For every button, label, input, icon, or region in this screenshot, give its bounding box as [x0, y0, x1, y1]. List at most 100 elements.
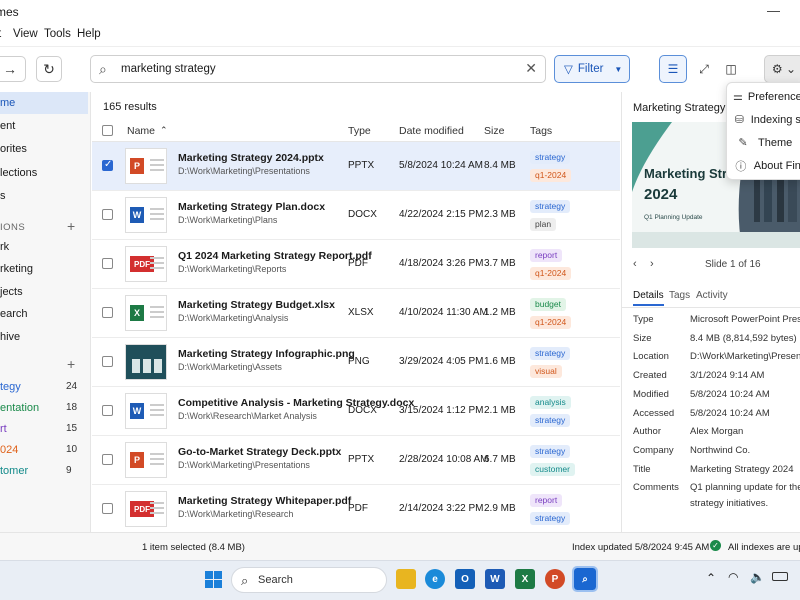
table-row[interactable]: P Marketing Strategy 2024.pptx D:\Work\M…	[92, 142, 620, 191]
table-row[interactable]: PDF Marketing Strategy Whitepaper.pdf D:…	[92, 485, 620, 534]
forward-button[interactable]: →	[0, 56, 26, 82]
next-slide-icon[interactable]: ›	[650, 258, 654, 270]
row-checkbox[interactable]	[102, 159, 113, 171]
tag-badge[interactable]: plan	[530, 218, 557, 231]
outlook-icon[interactable]: O	[455, 569, 475, 589]
sidebar-tag-item[interactable]: tomer 9	[0, 460, 88, 482]
file-name[interactable]: Marketing Strategy Whitepaper.pdf	[178, 495, 351, 507]
excel-icon[interactable]: X	[515, 569, 535, 589]
refresh-button[interactable]: ↻	[36, 56, 62, 82]
layout-view-button[interactable]: ◫	[717, 55, 745, 83]
menu-item-preferences[interactable]: ⚌Preferences	[727, 85, 800, 108]
tag-badge[interactable]: strategy	[530, 347, 571, 360]
tag-badge[interactable]: customer	[530, 463, 575, 476]
table-row[interactable]: PDF Q1 2024 Marketing Strategy Report.pd…	[92, 240, 620, 289]
tag-badge[interactable]: strategy	[530, 151, 571, 164]
taskbar-search[interactable]: ⌕ Search	[231, 567, 387, 593]
filter-button[interactable]: ▽ Filter ▼	[554, 55, 630, 83]
expand-view-button[interactable]: ⤢	[690, 55, 718, 83]
sidebar-item-tags[interactable]: s	[0, 185, 88, 207]
column-date[interactable]: Date modified	[399, 125, 464, 137]
search-input[interactable]: marketing strategy	[121, 63, 216, 75]
find-app-icon[interactable]: ⌕	[572, 566, 598, 592]
table-row[interactable]: P Go-to-Market Strategy Deck.pptx D:\Wor…	[92, 436, 620, 485]
tag-badge[interactable]: strategy	[530, 200, 571, 213]
results-scrollbar[interactable]	[612, 142, 618, 530]
file-name[interactable]: Marketing Strategy Budget.xlsx	[178, 299, 335, 311]
tag-badge[interactable]: strategy	[530, 445, 571, 458]
windows-start-icon[interactable]	[205, 571, 222, 588]
clear-search-icon[interactable]: ✕	[525, 60, 537, 77]
row-checkbox[interactable]	[102, 405, 113, 416]
sidebar-item-favorites[interactable]: orites	[0, 138, 88, 160]
sidebar-item-archive[interactable]: hive	[0, 326, 88, 348]
add-location-icon[interactable]: +	[67, 218, 75, 234]
sidebar-item-home[interactable]: me	[0, 92, 88, 114]
tag-badge[interactable]: report	[530, 494, 563, 507]
tag-badge[interactable]: analysis	[530, 396, 571, 409]
table-row[interactable]: X Marketing Strategy Budget.xlsx D:\Work…	[92, 289, 620, 338]
add-tag-icon[interactable]: +	[67, 356, 75, 372]
sidebar-tag-item[interactable]: 024 10	[0, 439, 88, 461]
file-name[interactable]: Marketing Strategy 2024.pptx	[178, 152, 324, 164]
menu-tools[interactable]: Tools	[44, 28, 71, 40]
tag-badge[interactable]: q1-2024	[530, 316, 572, 329]
search-box[interactable]: ⌕ marketing strategy ✕	[90, 55, 546, 83]
word-icon[interactable]: W	[485, 569, 505, 589]
tab-details[interactable]: Details	[633, 290, 664, 306]
sidebar-tag-item[interactable]: entation 18	[0, 397, 88, 419]
row-checkbox[interactable]	[102, 258, 113, 269]
tag-badge[interactable]: strategy	[530, 512, 571, 525]
tag-badge[interactable]: q1-2024	[530, 267, 572, 280]
file-name[interactable]: Competitive Analysis - Marketing Strateg…	[178, 397, 414, 409]
row-checkbox[interactable]	[102, 307, 113, 318]
table-row[interactable]: W Competitive Analysis - Marketing Strat…	[92, 387, 620, 436]
file-explorer-icon[interactable]	[396, 569, 416, 589]
column-type[interactable]: Type	[348, 125, 371, 137]
menu-item-indexing[interactable]: ⛁Indexing se	[727, 108, 800, 131]
tag-badge[interactable]: report	[530, 249, 563, 262]
table-row[interactable]: Marketing Strategy Infographic.png D:\Wo…	[92, 338, 620, 387]
prev-slide-icon[interactable]: ‹	[633, 258, 637, 270]
column-name[interactable]: Name	[127, 125, 155, 137]
row-checkbox[interactable]	[102, 503, 113, 514]
minimize-button[interactable]: —	[767, 3, 780, 18]
sidebar-item-research[interactable]: earch	[0, 303, 88, 325]
sidebar-item-projects[interactable]: jects	[0, 281, 88, 303]
sidebar-item-marketing[interactable]: rketing	[0, 258, 88, 280]
file-name[interactable]: Marketing Strategy Plan.docx	[178, 201, 325, 213]
edge-icon[interactable]: e	[425, 569, 445, 589]
wifi-icon[interactable]: ◠	[728, 570, 738, 584]
settings-button[interactable]: ⚙ ⌄	[764, 55, 800, 83]
tab-tags[interactable]: Tags	[669, 290, 690, 301]
list-view-button[interactable]: ☰	[659, 55, 687, 83]
tag-badge[interactable]: budget	[530, 298, 566, 311]
sidebar-tag-item[interactable]: rt 15	[0, 418, 88, 440]
sidebar-item-recent[interactable]: ent	[0, 115, 88, 137]
select-all-checkbox[interactable]	[102, 125, 113, 136]
tag-badge[interactable]: strategy	[530, 414, 571, 427]
file-name[interactable]: Q1 2024 Marketing Strategy Report.pdf	[178, 250, 372, 262]
table-row[interactable]: W Marketing Strategy Plan.docx D:\Work\M…	[92, 191, 620, 240]
sidebar-item-work[interactable]: rk	[0, 236, 88, 258]
row-checkbox[interactable]	[102, 356, 113, 367]
row-checkbox[interactable]	[102, 209, 113, 220]
sidebar-tag-item[interactable]: tegy 24	[0, 376, 88, 398]
file-name[interactable]: Go-to-Market Strategy Deck.pptx	[178, 446, 341, 458]
powerpoint-icon[interactable]: P	[545, 569, 565, 589]
menu-edit[interactable]: t	[0, 28, 1, 40]
column-size[interactable]: Size	[484, 125, 504, 137]
chevron-up-icon[interactable]: ⌃	[706, 571, 716, 585]
tag-badge[interactable]: q1-2024	[530, 169, 572, 182]
column-tags[interactable]: Tags	[530, 125, 552, 137]
file-name[interactable]: Marketing Strategy Infographic.png	[178, 348, 355, 360]
menu-help[interactable]: Help	[77, 28, 101, 40]
menu-view[interactable]: View	[13, 28, 38, 40]
sidebar-item-collections[interactable]: lections	[0, 162, 88, 184]
menu-item-about[interactable]: ⓘAbout Find	[727, 154, 800, 177]
tab-activity[interactable]: Activity	[696, 290, 728, 301]
sort-asc-icon[interactable]: ⌃	[160, 125, 168, 136]
battery-icon[interactable]	[772, 572, 788, 581]
menu-item-theme[interactable]: ✎ Theme	[727, 131, 800, 154]
row-checkbox[interactable]	[102, 454, 113, 465]
